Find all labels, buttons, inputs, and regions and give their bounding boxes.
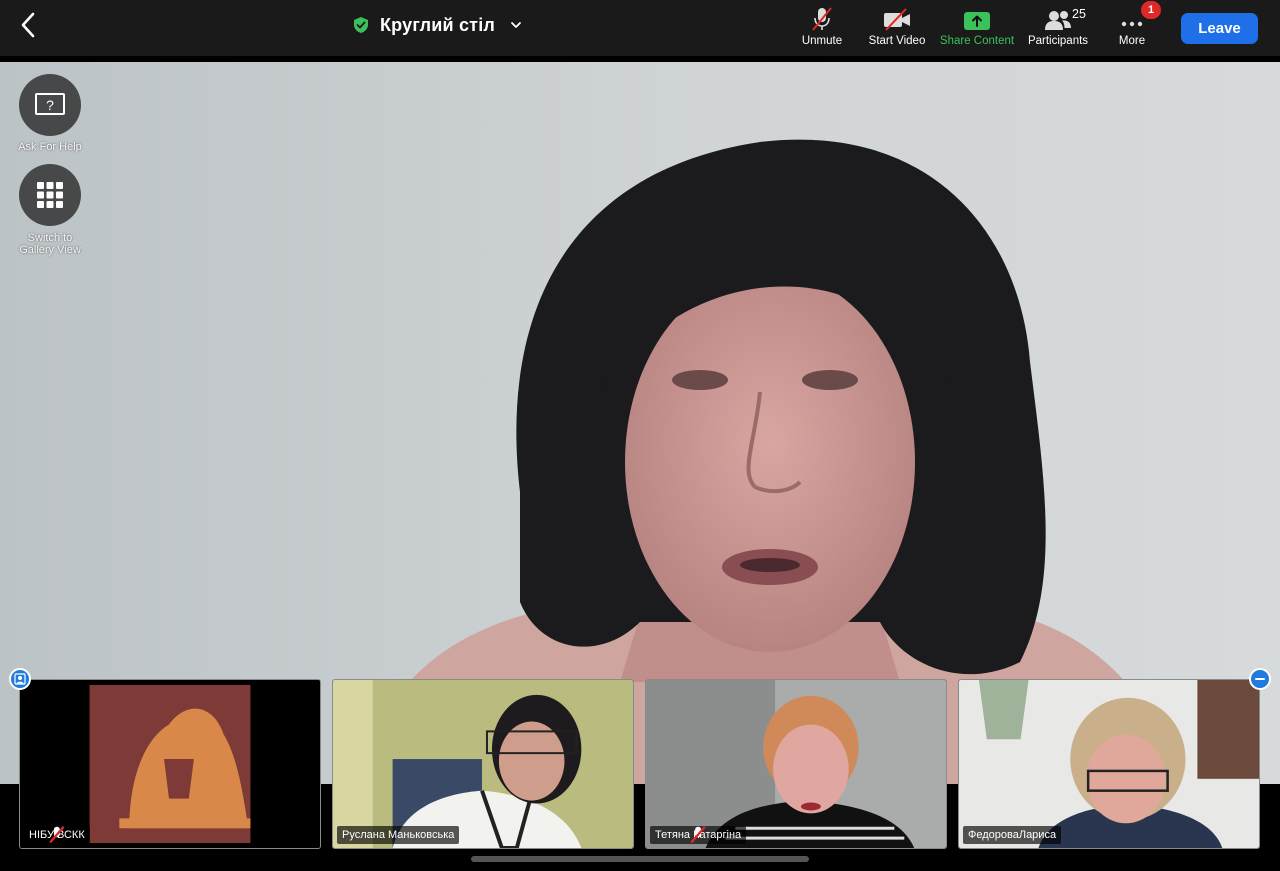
participant-name-tag: ФедороваЛариса bbox=[963, 826, 1062, 844]
participant-name-tag: Руслана Маньковська bbox=[337, 826, 460, 844]
pin-video-icon[interactable] bbox=[9, 668, 31, 690]
minimize-strip-button[interactable] bbox=[1249, 668, 1271, 690]
participant-name-tag: НІБУ ВСКК bbox=[24, 826, 90, 844]
grid-icon bbox=[37, 182, 63, 208]
share-arrow-icon bbox=[964, 12, 990, 30]
participants-label: Participants bbox=[1027, 35, 1089, 47]
share-content-button[interactable]: Share Content bbox=[935, 6, 1019, 50]
share-content-label: Share Content bbox=[939, 35, 1015, 47]
chevron-down-icon bbox=[511, 22, 521, 28]
active-speaker-video[interactable]: ? Ask For Help Switch to Gallery View bbox=[0, 62, 1280, 784]
participant-video-frame bbox=[959, 680, 1259, 848]
notification-badge: 1 bbox=[1141, 1, 1161, 19]
participant-video-frame bbox=[333, 680, 633, 848]
participant-tile[interactable]: Руслана Маньковська bbox=[332, 679, 634, 849]
minus-icon bbox=[1255, 678, 1265, 680]
person-icon bbox=[14, 673, 26, 685]
participant-name: ФедороваЛариса bbox=[968, 829, 1057, 841]
leave-button[interactable]: Leave bbox=[1181, 13, 1258, 44]
people-icon bbox=[1045, 11, 1071, 30]
start-video-button[interactable]: Start Video bbox=[862, 6, 932, 50]
ellipsis-icon bbox=[1121, 21, 1143, 27]
meeting-title-dropdown[interactable]: Круглий стіл bbox=[352, 12, 523, 38]
start-video-label: Start Video bbox=[868, 35, 926, 47]
help-question-icon: ? bbox=[35, 93, 65, 115]
microphone-off-icon bbox=[690, 826, 706, 844]
more-label: More bbox=[1118, 35, 1146, 47]
participants-count: 25 bbox=[1072, 7, 1086, 21]
microphone-off-icon bbox=[812, 7, 832, 31]
participant-name: Руслана Маньковська bbox=[342, 829, 455, 841]
meeting-title: Круглий стіл bbox=[380, 14, 496, 35]
microphone-off-icon bbox=[49, 826, 65, 844]
ask-for-help-button[interactable]: ? bbox=[19, 74, 81, 136]
participant-name-tag: Тетяна Катаргіна bbox=[650, 826, 747, 844]
switch-to-gallery-button[interactable] bbox=[19, 164, 81, 226]
speaker-video-frame bbox=[0, 62, 1280, 784]
participant-video-frame bbox=[646, 680, 946, 848]
home-indicator[interactable] bbox=[471, 856, 809, 862]
participant-tile[interactable]: ФедороваЛариса bbox=[958, 679, 1260, 849]
unmute-button[interactable]: Unmute bbox=[797, 6, 847, 50]
participant-tile[interactable]: Тетяна Катаргіна bbox=[645, 679, 947, 849]
participant-avatar-logo bbox=[20, 680, 320, 848]
svg-text:?: ? bbox=[46, 97, 54, 113]
unmute-label: Unmute bbox=[801, 35, 843, 47]
back-button[interactable] bbox=[14, 10, 44, 40]
shield-check-icon bbox=[354, 17, 368, 33]
meeting-toolbar: Круглий стіл Unmute Start Video Share Co… bbox=[0, 0, 1280, 56]
participant-tile[interactable]: НІБУ ВСКК bbox=[19, 679, 321, 849]
chevron-left-icon bbox=[21, 12, 35, 38]
video-off-icon bbox=[884, 8, 910, 31]
switch-view-label-1: Switch to bbox=[27, 232, 73, 244]
ask-for-help-label: Ask For Help bbox=[18, 141, 82, 153]
switch-view-label-2: Gallery View bbox=[19, 244, 81, 256]
participants-button[interactable]: 25 Participants bbox=[1022, 6, 1094, 50]
